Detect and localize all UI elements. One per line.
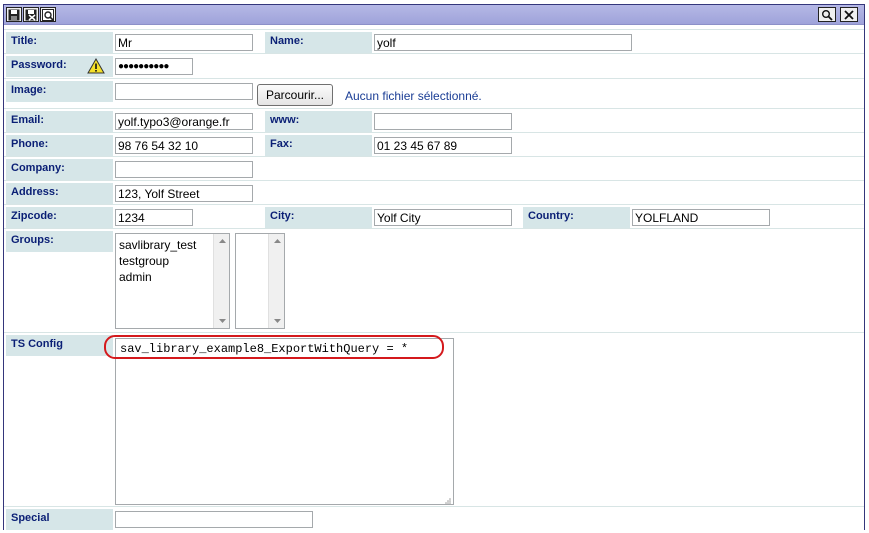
groups-available-list[interactable]: savlibrary_test testgroup admin: [115, 233, 230, 329]
scroll-down-icon[interactable]: [214, 314, 230, 328]
city-input[interactable]: Yolf City: [374, 209, 512, 226]
preview-icon[interactable]: [40, 7, 56, 22]
tsconfig-label: TS Config: [6, 335, 113, 356]
no-file-text: Aucun fichier sélectionné.: [345, 89, 482, 103]
row-zipcode: Zipcode: 1234 City: Yolf City Country: Y…: [4, 204, 864, 228]
password-input[interactable]: ●●●●●●●●●●: [115, 58, 193, 75]
row-phone: Phone: 98 76 54 32 10 Fax: 01 23 45 67 8…: [4, 132, 864, 156]
image-path-input[interactable]: [115, 83, 253, 100]
groups-selected-list[interactable]: [235, 233, 285, 329]
zipcode-input[interactable]: 1234: [115, 209, 193, 226]
phone-input[interactable]: 98 76 54 32 10: [115, 137, 253, 154]
title-input[interactable]: Mr: [115, 34, 253, 51]
zipcode-label: Zipcode:: [6, 207, 113, 228]
row-email: Email: yolf.typo3@orange.fr www:: [4, 108, 864, 132]
row-address: Address: 123, Yolf Street: [4, 180, 864, 204]
resize-grip-icon[interactable]: [443, 494, 451, 504]
special-label: Special: [6, 509, 113, 530]
row-groups: Groups: savlibrary_test testgroup admin: [4, 228, 864, 332]
www-label: www:: [265, 111, 372, 132]
close-icon[interactable]: [840, 7, 858, 22]
password-warning-icon: [87, 57, 105, 78]
scroll-down-icon[interactable]: [269, 314, 285, 328]
form-window: Title: Mr Name: yolf Password: ●●●●●●●●●…: [3, 4, 865, 530]
row-title: Title: Mr Name: yolf: [4, 29, 864, 53]
address-input[interactable]: 123, Yolf Street: [115, 185, 253, 202]
row-special: Special: [4, 506, 864, 530]
row-tsconfig: TS Config sav_library_example8_ExportWit…: [4, 332, 864, 506]
fax-input[interactable]: 01 23 45 67 89: [374, 137, 512, 154]
highlight-ring: [104, 335, 444, 359]
title-label: Title:: [6, 32, 113, 53]
groups-label: Groups:: [6, 231, 113, 252]
special-input[interactable]: [115, 511, 313, 528]
email-label: Email:: [6, 111, 113, 132]
country-input[interactable]: YOLFLAND: [632, 209, 770, 226]
city-label: City:: [265, 207, 372, 228]
search-icon[interactable]: [818, 7, 836, 22]
email-input[interactable]: yolf.typo3@orange.fr: [115, 113, 253, 130]
scrollbar[interactable]: [213, 234, 229, 328]
scroll-up-icon[interactable]: [269, 234, 285, 248]
list-item[interactable]: admin: [119, 269, 196, 285]
row-image: Image: Parcourir... Aucun fichier sélect…: [4, 78, 864, 108]
row-company: Company:: [4, 156, 864, 180]
fax-label: Fax:: [265, 135, 372, 156]
company-input[interactable]: [115, 161, 253, 178]
name-input[interactable]: yolf: [374, 34, 632, 51]
company-label: Company:: [6, 159, 113, 180]
row-password: Password: ●●●●●●●●●●: [4, 53, 864, 78]
image-label: Image:: [6, 81, 113, 102]
save-close-icon[interactable]: [23, 7, 39, 22]
tsconfig-textarea[interactable]: sav_library_example8_ExportWithQuery = *: [115, 338, 454, 505]
list-item[interactable]: savlibrary_test: [119, 237, 196, 253]
save-icon[interactable]: [6, 7, 22, 22]
address-label: Address:: [6, 183, 113, 204]
www-input[interactable]: [374, 113, 512, 130]
scrollbar[interactable]: [268, 234, 284, 328]
phone-label: Phone:: [6, 135, 113, 156]
country-label: Country:: [523, 207, 630, 228]
browse-button[interactable]: Parcourir...: [257, 84, 334, 106]
list-item[interactable]: testgroup: [119, 253, 196, 269]
toolbar: [4, 5, 864, 25]
scroll-up-icon[interactable]: [214, 234, 230, 248]
name-label: Name:: [265, 32, 372, 53]
